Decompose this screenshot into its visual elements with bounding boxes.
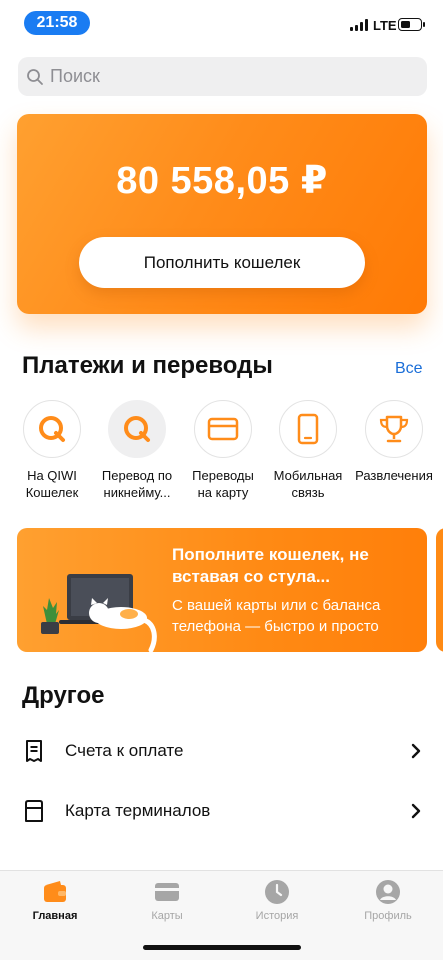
- promo-banner[interactable]: Пополните кошелек, не вставая со стула..…: [17, 528, 427, 652]
- chevron-right-icon: [411, 743, 421, 759]
- other-section-title: Другое: [22, 682, 105, 709]
- payment-item-label: Переводы на карту: [192, 468, 254, 500]
- receipt-icon: [26, 740, 42, 762]
- tab-label: Главная: [32, 910, 78, 922]
- payment-item-label: Мобильная связь: [273, 468, 343, 500]
- terminal-icon: [25, 800, 43, 822]
- qiwi-logo-icon: [124, 416, 150, 442]
- tab-label: Карты: [151, 910, 183, 922]
- search-bar[interactable]: [18, 57, 427, 96]
- promo-text: С вашей карты или с баланса телефона — б…: [172, 597, 381, 635]
- card-icon: [207, 417, 239, 441]
- promo-laptop-cat-illustration: [41, 574, 157, 652]
- tab-cards[interactable]: Карты: [117, 879, 217, 922]
- trophy-icon: [379, 415, 409, 443]
- status-bar: 21:58 LTE: [0, 0, 443, 46]
- next-promo-banner[interactable]: [436, 528, 443, 652]
- payment-item-label: На QIWI Кошелек: [25, 468, 79, 500]
- payment-item-card-transfer[interactable]: Переводы на карту: [184, 400, 262, 501]
- battery-icon: [398, 18, 425, 31]
- tab-profile[interactable]: Профиль: [338, 879, 438, 922]
- tab-label: История: [255, 910, 299, 922]
- payment-item-mobile[interactable]: Мобильная связь: [269, 400, 347, 501]
- search-input[interactable]: [50, 66, 390, 87]
- signal-icon: [350, 19, 370, 31]
- list-item-terminal-map[interactable]: Карта терминалов: [22, 791, 422, 831]
- chevron-right-icon: [411, 803, 421, 819]
- payment-item-qiwi-wallet[interactable]: На QIWI Кошелек: [13, 400, 91, 501]
- profile-icon: [376, 880, 400, 904]
- payments-section-title: Платежи и переводы: [22, 352, 273, 379]
- clock-icon: [265, 880, 289, 904]
- qiwi-logo-icon: [39, 416, 65, 442]
- payment-item-entertainment[interactable]: Развлечения: [355, 400, 433, 484]
- payment-item-label: Перевод по никнейму...: [101, 468, 173, 500]
- battery-level: [400, 20, 411, 28]
- list-item-label: Счета к оплате: [65, 741, 184, 760]
- search-icon: [27, 68, 43, 85]
- tab-history[interactable]: История: [227, 879, 327, 922]
- payment-item-nickname-transfer[interactable]: Перевод по никнейму...: [98, 400, 176, 501]
- home-indicator[interactable]: [143, 945, 301, 950]
- status-time: 21:58: [24, 11, 90, 35]
- payments-all-link[interactable]: Все: [395, 360, 423, 378]
- tab-label: Профиль: [364, 910, 412, 922]
- list-item-label: Карта терминалов: [65, 801, 211, 820]
- payment-item-label: Развлечения: [355, 468, 433, 483]
- phone-icon: [297, 413, 319, 445]
- network-type: LTE: [373, 18, 397, 33]
- wallet-icon: [44, 881, 66, 902]
- promo-title: Пополните кошелек, не вставая со стула..…: [172, 545, 369, 586]
- balance-amount: 80 558,05 ₽: [116, 160, 328, 202]
- topup-wallet-button[interactable]: Пополнить кошелек: [79, 237, 365, 288]
- balance-card: 80 558,05 ₽ Пополнить кошелек: [17, 114, 427, 314]
- tab-home[interactable]: Главная: [5, 879, 105, 922]
- cards-icon: [155, 883, 179, 901]
- list-item-bills[interactable]: Счета к оплате: [22, 731, 422, 771]
